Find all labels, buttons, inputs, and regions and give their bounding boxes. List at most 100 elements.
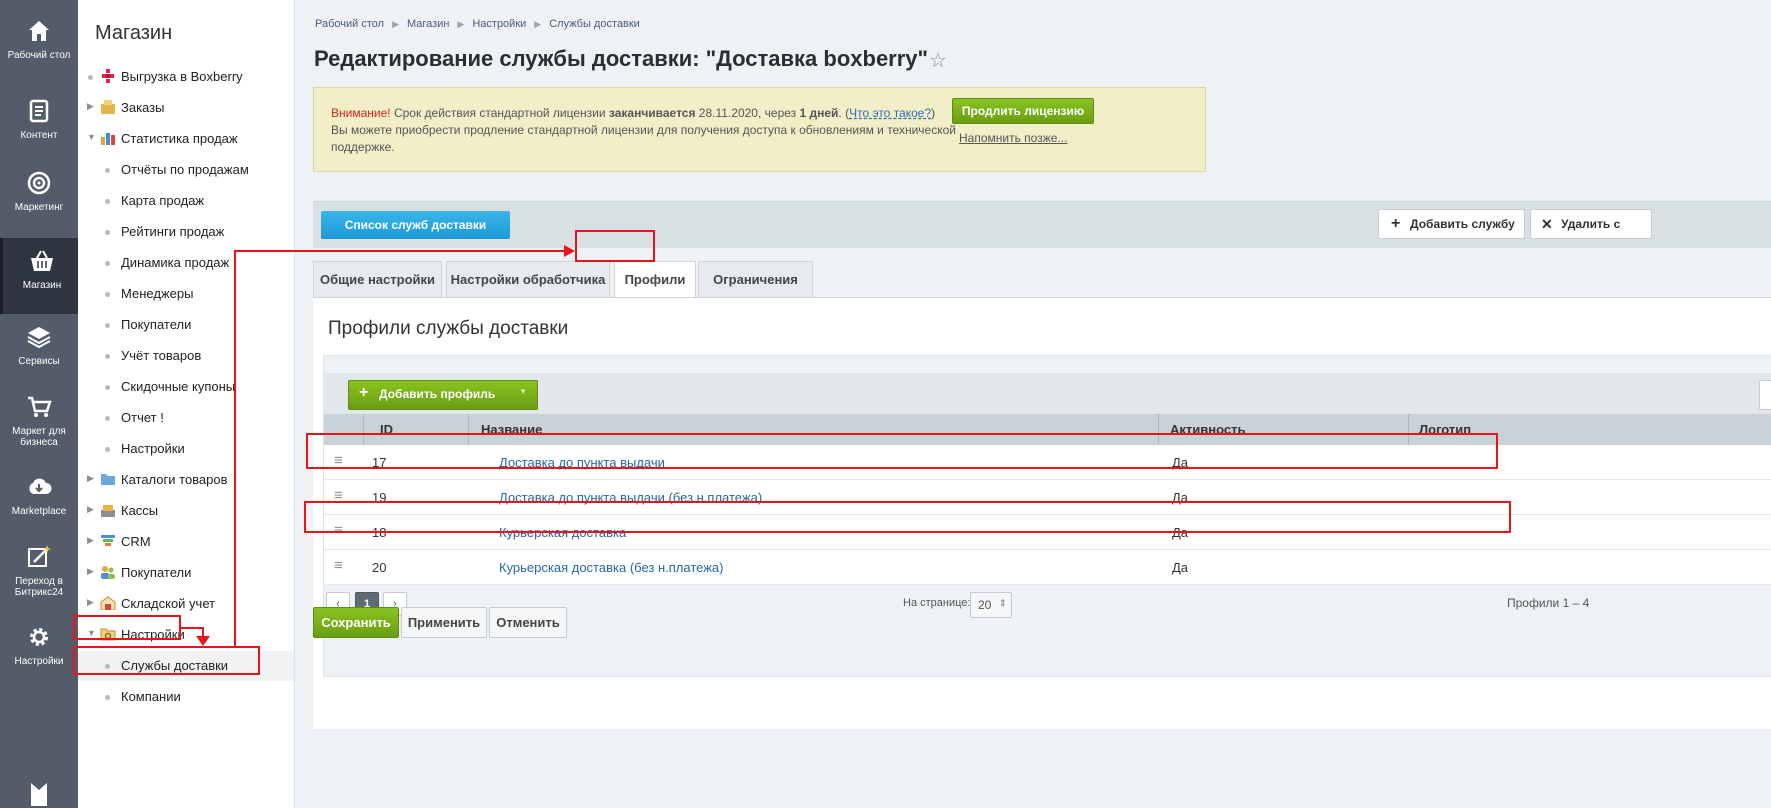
folder-icon — [101, 474, 115, 485]
basket-icon — [31, 250, 53, 271]
remind-later-link[interactable]: Напомнить позже... — [959, 131, 1067, 145]
tab-handler[interactable]: Настройки обработчика — [446, 261, 610, 297]
per-page-label: На странице: — [903, 597, 971, 609]
chevron-right-icon: ▶ — [534, 19, 542, 29]
arrow-down-icon — [196, 636, 210, 646]
chevron-right-icon: ▶ — [87, 535, 94, 545]
sidebar-item-sales-dynamics[interactable]: Динамика продаж — [78, 248, 294, 278]
nav-desktop[interactable]: Рабочий стол — [0, 18, 78, 61]
sidebar-item-managers[interactable]: Менеджеры — [78, 279, 294, 309]
sidebar-item-coupons[interactable]: Скидочные купоны — [78, 372, 294, 402]
boxberry-icon — [102, 69, 114, 83]
breadcrumb-desktop[interactable]: Рабочий стол — [315, 18, 384, 30]
nav-bottom[interactable] — [0, 780, 78, 806]
magic-icon — [28, 545, 51, 567]
sidebar-item-goods-accounting[interactable]: Учёт товаров — [78, 341, 294, 371]
chevron-right-icon: ▶ — [87, 101, 94, 111]
cancel-button[interactable]: Отменить — [489, 607, 567, 638]
sidebar-item-companies[interactable]: Компании — [78, 682, 294, 712]
annotation-box-settings — [73, 615, 181, 640]
sidebar-item-cashboxes[interactable]: ▶ Кассы — [78, 496, 294, 526]
annotation-box-delivery — [73, 646, 260, 675]
sidebar-title: Магазин — [95, 22, 173, 44]
home-icon — [29, 21, 49, 41]
document-icon — [29, 99, 49, 123]
cashbox-icon — [101, 505, 115, 517]
sidebar-item-buyers[interactable]: ▶ Покупатели — [78, 558, 294, 588]
chevron-right-icon: ▶ — [392, 19, 399, 29]
plus-icon: + — [1391, 215, 1401, 232]
delete-service-button[interactable]: ✕ Удалить с — [1530, 209, 1652, 239]
nav-services[interactable]: Сервисы — [0, 324, 78, 367]
nav-bitrix24[interactable]: Переход в Битрикс24 — [0, 544, 78, 598]
sidebar-item-catalogs[interactable]: ▶ Каталоги товаров — [78, 465, 294, 495]
delivery-list-button[interactable]: Список служб доставки — [321, 211, 510, 239]
breadcrumb-shop[interactable]: Магазин — [407, 18, 449, 30]
chevron-right-icon: ▶ — [87, 597, 94, 607]
sidebar-item-sales-ratings[interactable]: Рейтинги продаж — [78, 217, 294, 247]
close-icon: ✕ — [1541, 216, 1553, 232]
stats-icon — [101, 133, 115, 145]
sidebar: Магазин Выгрузка в Boxberry ▶ Заказы ▼ С… — [78, 0, 295, 808]
plus-icon: + — [359, 384, 369, 401]
sidebar-item-buyers-stats[interactable]: Покупатели — [78, 310, 294, 340]
toolbar: Список служб доставки + Добавить службу … — [313, 201, 1771, 248]
nav-marketing[interactable]: Маркетинг — [0, 170, 78, 213]
arrow-right-icon — [564, 245, 575, 257]
sidebar-item-boxberry[interactable]: Выгрузка в Boxberry — [78, 62, 294, 92]
chevron-down-icon[interactable]: ▼ — [519, 387, 527, 396]
users-icon — [101, 566, 115, 579]
chevron-right-icon: ▶ — [87, 566, 94, 576]
what-is-it-link[interactable]: Что это такое? — [849, 106, 931, 120]
nav-marketplace[interactable]: Marketplace — [0, 474, 78, 517]
updown-icon: ⇕ — [999, 598, 1007, 608]
chevron-right-icon: ▶ — [457, 19, 465, 29]
annotation-box-profiles — [575, 230, 655, 262]
sidebar-item-sales-map[interactable]: Карта продаж — [78, 186, 294, 216]
breadcrumb: Рабочий стол ▶ Магазин ▶ Настройки ▶ Службы до… — [315, 18, 640, 30]
sidebar-item-report[interactable]: Отчет ! — [78, 403, 294, 433]
annotation-box-row-20 — [304, 501, 1511, 533]
menu-icon[interactable]: ≡ — [334, 557, 343, 574]
gear-icon — [30, 628, 48, 646]
renew-license-button[interactable]: Продлить лицензию — [952, 98, 1094, 124]
sidebar-item-crm[interactable]: ▶ CRM — [78, 527, 294, 557]
save-button[interactable]: Сохранить — [313, 607, 399, 638]
orders-icon — [101, 100, 115, 114]
notice-text: Вы можете приобрести продление стандартн… — [331, 123, 956, 154]
sidebar-item-stats-settings[interactable]: Настройки — [78, 434, 294, 464]
add-profile-button[interactable]: + Добавить профиль ▼ — [348, 380, 538, 410]
chevron-right-icon: ▶ — [87, 473, 94, 483]
screen: Рабочий стол Контент Маркетинг Магазин С… — [0, 0, 1771, 808]
tab-general[interactable]: Общие настройки — [313, 261, 442, 297]
license-notice: Внимание! Срок действия стандартной лице… — [313, 87, 1206, 172]
warehouse-icon — [100, 596, 116, 610]
grid-settings-button[interactable]: ⚙ — [1759, 380, 1771, 410]
grid-toolbar: + Добавить профиль ▼ ⚙ — [324, 373, 1771, 414]
sidebar-item-sales-stats[interactable]: ▼ Статистика продаж — [78, 124, 294, 154]
star-icon[interactable]: ☆ — [929, 48, 947, 73]
apply-button[interactable]: Применить — [401, 607, 487, 638]
add-service-button[interactable]: + Добавить службу — [1378, 209, 1525, 239]
nav-shop[interactable]: Магазин — [0, 238, 81, 314]
cart-icon — [28, 396, 52, 417]
breadcrumb-delivery[interactable]: Службы доставки — [549, 18, 640, 30]
nav-market-business[interactable]: Маркет для бизнеса — [0, 394, 78, 448]
sidebar-item-orders[interactable]: ▶ Заказы — [78, 93, 294, 123]
sidebar-item-sales-reports[interactable]: Отчёты по продажам — [78, 155, 294, 185]
tab-profiles[interactable]: Профили — [614, 261, 696, 298]
notice-warning: Внимание! — [331, 106, 391, 120]
fox-icon — [31, 783, 47, 806]
target-icon — [27, 171, 51, 195]
annotation-box-row-19 — [306, 433, 1498, 469]
layers-icon — [27, 327, 51, 349]
nav-content[interactable]: Контент — [0, 98, 78, 141]
funnel-icon — [101, 535, 115, 546]
table-row[interactable]: ≡ 20 Курьерская доставка (без н.платежа)… — [324, 550, 1771, 585]
page-title: Редактирование службы доставки: "Доставк… — [314, 46, 928, 71]
per-page-select[interactable]: 20 ⇕ — [970, 592, 1012, 618]
nav-settings[interactable]: Настройки — [0, 624, 78, 667]
breadcrumb-settings[interactable]: Настройки — [472, 18, 526, 30]
chevron-right-icon: ▶ — [87, 504, 94, 514]
tab-restrictions[interactable]: Ограничения — [698, 261, 813, 297]
